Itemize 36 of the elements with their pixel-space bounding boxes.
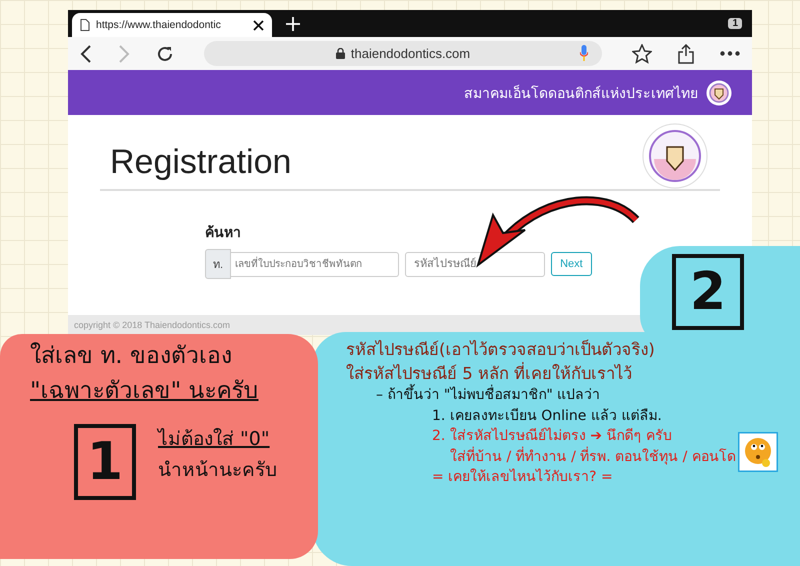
note-text: ไม่ต้องใส่ "0" xyxy=(158,428,271,452)
prefix-label: ท. xyxy=(205,249,232,279)
license-number-field[interactable]: เลขที่ใบประกอบวิชาชีพทันตก xyxy=(231,252,400,276)
browser-tab[interactable]: https://www.thaiendodontic xyxy=(72,13,272,37)
note-text: รหัสไปรษณีย์(เอาไว้ตรวจสอบว่าเป็นตัวจริง) xyxy=(346,340,656,361)
copyright-text: copyright © 2018 Thaiendodontics.com xyxy=(74,320,230,330)
reload-icon[interactable] xyxy=(156,44,174,62)
url-text: thaiendodontics.com xyxy=(350,46,470,61)
step-number: 1 xyxy=(74,424,136,500)
share-icon[interactable] xyxy=(678,44,694,64)
note-text: = เคยให้เลขไหนไว้กับเรา? = xyxy=(432,469,614,487)
new-tab-icon[interactable] xyxy=(286,16,300,30)
search-label: ค้นหา xyxy=(205,223,242,242)
note-text: ใส่รหัสไปรษณีย์ 5 หลัก ที่เคยให้กับเราไว้ xyxy=(346,364,634,384)
postcode-field[interactable]: รหัสไปรษณีย์ xyxy=(405,252,546,276)
note-text: 2. ใส่รหัสไปรษณีย์ไม่ตรง ➔ นึกดีๆ ครับ xyxy=(432,428,673,446)
microphone-icon[interactable] xyxy=(580,45,588,61)
thinking-face-icon xyxy=(738,432,778,472)
tab-count[interactable]: 1 xyxy=(728,18,742,29)
note-text: ใส่เลข ท. ของตัวเอง xyxy=(30,342,233,371)
back-icon[interactable] xyxy=(80,44,92,62)
note-text: 1. เคยลงทะเบียน Online แล้ว แต่ลืม. xyxy=(432,408,663,426)
note-text: "เฉพาะตัวเลข" นะครับ xyxy=(30,376,260,406)
star-icon[interactable] xyxy=(632,44,652,64)
tab-title: https://www.thaiendodontic xyxy=(96,19,222,31)
address-bar[interactable]: thaiendodontics.com xyxy=(204,41,602,66)
note-text: ใส่ที่บ้าน / ที่ทำงาน / ที่รพ. ตอนใช้ทุน / คอนโด xyxy=(450,448,737,466)
lock-icon xyxy=(336,48,345,59)
step-number: 2 xyxy=(672,254,744,330)
site-title: สมาคมเอ็นโดดอนติกส์แห่งประเทศไทย xyxy=(464,84,698,102)
more-icon[interactable] xyxy=(720,51,740,56)
note-text: นำหน้านะครับ xyxy=(158,459,277,483)
emblem-icon xyxy=(706,80,732,106)
close-icon[interactable] xyxy=(253,20,264,30)
page-heading: Registration xyxy=(110,142,292,183)
page-icon xyxy=(80,19,90,31)
